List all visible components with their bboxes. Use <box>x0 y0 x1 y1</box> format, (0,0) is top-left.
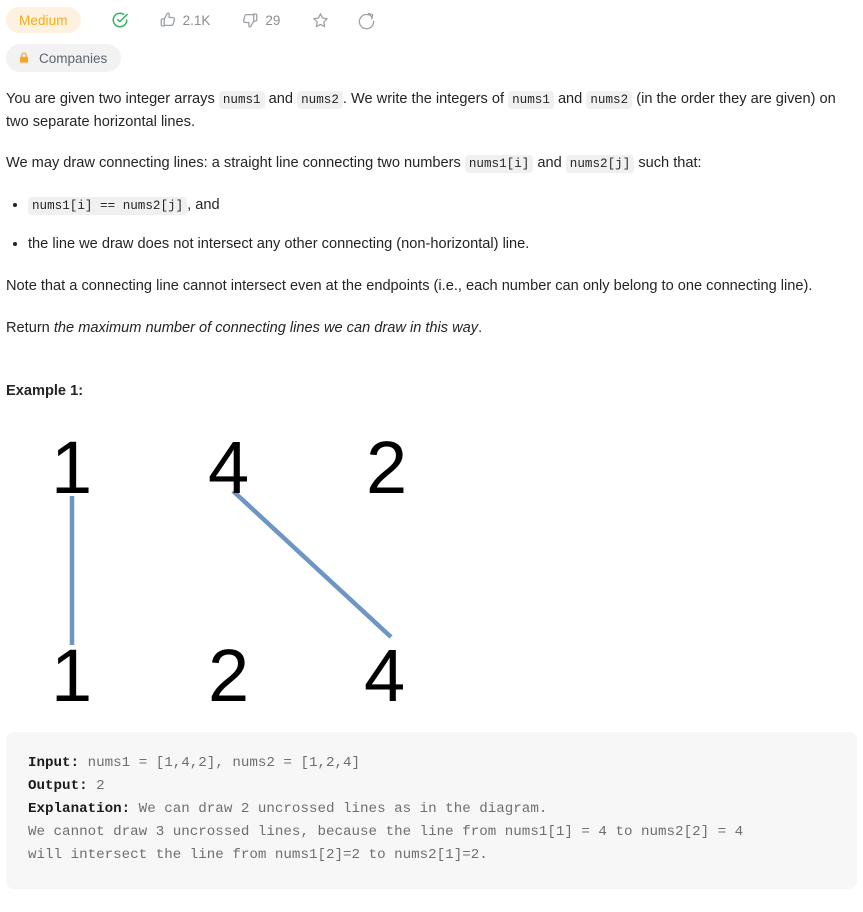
code-line-output: Output: 2 <box>28 775 835 798</box>
inline-code-nums1i: nums1[i] <box>464 155 534 174</box>
return-statement-emphasis: the maximum number of connecting lines w… <box>53 319 479 336</box>
connection-line-2 <box>231 489 393 639</box>
share-button[interactable] <box>357 11 376 30</box>
lock-icon <box>19 52 29 63</box>
explanation-label: Explanation: <box>28 801 131 818</box>
output-label: Output: <box>28 778 88 795</box>
problem-page: Medium 2.1K 29 Companies You are given t… <box>0 0 863 912</box>
code-line-input: Input: nums1 = [1,4,2], nums2 = [1,2,4] <box>28 752 835 775</box>
code-line-explanation-3: will intersect the line from nums1[2]=2 … <box>28 847 488 864</box>
inline-code-nums2-b: nums2 <box>586 91 633 109</box>
dislike-button[interactable]: 29 <box>241 11 280 29</box>
p1-text-b: and <box>264 91 298 107</box>
input-value: nums1 = [1,4,2], nums2 = [1,2,4] <box>79 755 361 772</box>
inline-code-nums2-a: nums2 <box>297 91 343 109</box>
input-label: Input: <box>28 755 80 772</box>
dislike-count: 29 <box>265 12 281 28</box>
problem-description: You are given two integer arrays nums1 a… <box>0 72 863 339</box>
like-button[interactable]: 2.1K <box>159 11 211 29</box>
p1-text-d: and <box>553 91 587 107</box>
example-heading: Example 1: <box>6 383 84 400</box>
p2-text-a: We may draw connecting lines: a straight… <box>6 155 465 172</box>
list-item: the line we draw does not intersect any … <box>28 233 857 256</box>
diagram-top-num-1: 4 <box>208 426 249 509</box>
difficulty-badge[interactable]: Medium <box>6 7 81 33</box>
diagram-top-num-2: 2 <box>366 426 407 509</box>
diagram-bottom-num-2: 4 <box>364 634 405 705</box>
description-paragraph-4: Return the maximum number of connecting … <box>6 317 857 340</box>
share-icon <box>359 12 375 29</box>
p2-text-b: and <box>533 155 566 172</box>
like-count: 2.1K <box>182 12 211 28</box>
code-line-explanation-2: We cannot draw 3 uncrossed lines, becaus… <box>28 824 744 841</box>
bullet1-tail: , and <box>187 196 220 213</box>
diagram-top-num-0: 1 <box>51 426 92 509</box>
thumbs-up-icon <box>160 12 175 27</box>
p2-text-c: such that: <box>634 155 702 172</box>
companies-label: Companies <box>39 50 108 66</box>
favorite-button[interactable] <box>311 11 330 30</box>
description-paragraph-2: We may draw connecting lines: a straight… <box>6 152 857 175</box>
diagram-bottom-num-0: 1 <box>51 634 92 705</box>
p4-text-a: Return <box>6 319 54 336</box>
inline-code-nums1-b: nums1 <box>508 91 554 109</box>
inline-code-nums1-a: nums1 <box>218 91 265 109</box>
thumbs-down-icon <box>243 13 258 28</box>
code-line-explanation: Explanation: We can draw 2 uncrossed lin… <box>28 798 835 821</box>
output-value: 2 <box>87 778 105 795</box>
p4-text-b: . <box>478 319 483 336</box>
companies-tag[interactable]: Companies <box>6 44 122 72</box>
example-diagram: 1 4 2 1 2 4 <box>0 415 863 705</box>
condition-list: nums1[i] == nums2[j], and the line we dr… <box>6 194 857 256</box>
explanation-value: We can draw 2 uncrossed lines as in the … <box>130 801 548 818</box>
p1-text-a: You are given two integer arrays <box>6 91 219 107</box>
solved-status-icon[interactable] <box>111 11 129 29</box>
list-item: nums1[i] == nums2[j], and <box>28 194 857 217</box>
inline-code-equality: nums1[i] == nums2[j] <box>28 196 188 215</box>
star-icon <box>313 12 329 27</box>
problem-meta-row: Medium 2.1K 29 <box>0 0 863 40</box>
description-paragraph-3: Note that a connecting line cannot inter… <box>6 278 813 295</box>
inline-code-nums2j: nums2[j] <box>565 155 635 174</box>
description-paragraph-1: You are given two integer arrays nums1 a… <box>6 88 857 133</box>
diagram-bottom-num-1: 2 <box>208 634 249 705</box>
p1-text-c: . We write the integers of <box>342 91 509 107</box>
tag-row: Companies <box>0 40 863 72</box>
uncrossed-lines-diagram: 1 4 2 1 2 4 <box>51 426 407 705</box>
example-code-block: Input: nums1 = [1,4,2], nums2 = [1,2,4] O… <box>6 732 857 890</box>
